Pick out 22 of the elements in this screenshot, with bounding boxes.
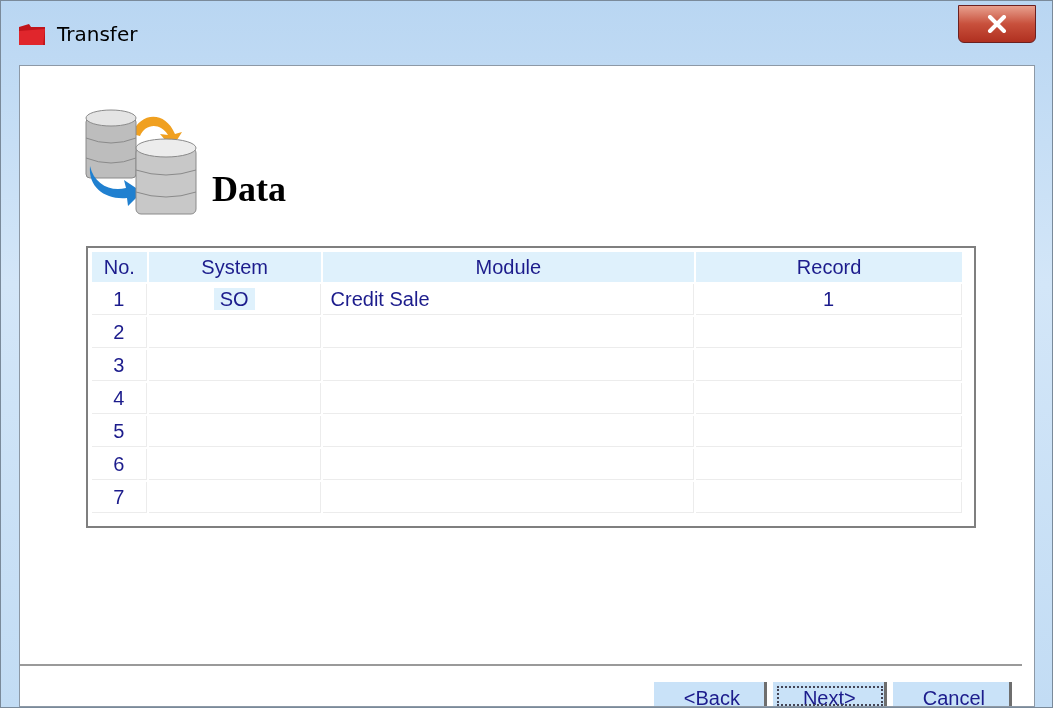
column-header[interactable]: Module [322, 252, 695, 282]
close-icon [987, 15, 1007, 33]
folder-icon [17, 21, 47, 47]
column-header[interactable]: System [148, 252, 321, 282]
row-number: 3 [92, 350, 147, 381]
table-cell[interactable]: 1 [696, 284, 962, 315]
row-number: 6 [92, 449, 147, 480]
row-number: 2 [92, 317, 147, 348]
column-header[interactable]: No. [92, 252, 147, 282]
row-number: 7 [92, 482, 147, 513]
wizard-button[interactable]: <Back [653, 682, 767, 706]
row-number: 4 [92, 383, 147, 414]
table-cell[interactable]: Credit Sale [322, 284, 695, 315]
close-button[interactable] [958, 5, 1036, 43]
window-title: Transfer [57, 22, 138, 46]
row-number: 1 [92, 284, 147, 315]
wizard-button[interactable]: Cancel [892, 682, 1012, 706]
section-heading: Data [212, 168, 286, 210]
wizard-button[interactable]: Next> [772, 682, 887, 706]
row-number: 5 [92, 416, 147, 447]
table-cell[interactable]: SO [148, 284, 321, 315]
column-header[interactable]: Record [696, 252, 962, 282]
